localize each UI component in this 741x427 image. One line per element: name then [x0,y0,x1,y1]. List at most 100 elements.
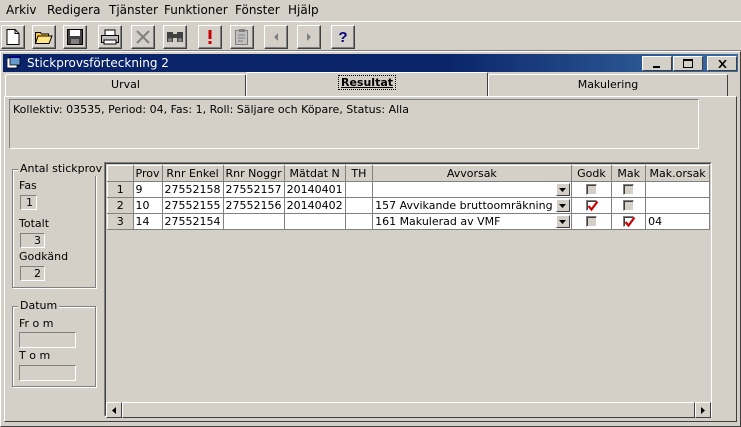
cell-th[interactable] [344,213,374,230]
antal-stickprov-label: Antal stickprov [18,162,105,176]
scrollbar-thumb[interactable] [122,402,695,418]
column-header-rnr-enkel[interactable]: Rnr Enkel [161,165,224,182]
horizontal-scrollbar[interactable] [106,402,711,418]
column-header-godk[interactable]: Godk [570,165,613,182]
close-button[interactable] [707,56,737,71]
cell-rnr-noggr[interactable] [222,213,285,230]
cell-godk[interactable] [570,213,613,230]
tab-resultat[interactable]: Resultat [246,72,488,96]
menu-arkiv[interactable]: Arkiv [6,2,37,18]
cell-prov[interactable]: 9 [132,181,163,198]
check-mark-icon [587,200,599,212]
column-header-corner[interactable] [107,165,134,182]
mak-checkbox[interactable] [623,216,636,228]
totalt-label: Totalt [19,217,50,230]
antal-stickprov-group: Antal stickprov Fas 1 Totalt 3 Godkänd 2 [12,162,105,288]
chevron-down-icon[interactable] [555,183,570,196]
column-header-matdat-n[interactable]: Mätdat N [283,165,346,182]
tab-urval[interactable]: Urval [5,74,246,96]
tom-date-input[interactable] [19,365,76,381]
new-document-icon[interactable] [1,25,25,49]
help-question-icon[interactable]: ? [331,25,355,49]
datum-label: Datum [18,299,60,313]
menu-hjalp[interactable]: Hjälp [288,2,319,18]
column-header-makorsak[interactable]: Mak.orsak [645,165,710,182]
avvorsak-value: 157 Avvikande bruttoomräkning [375,198,553,212]
cell-prov[interactable]: 14 [132,213,163,230]
open-folder-icon[interactable] [32,25,56,49]
menu-tjanster[interactable]: Tjänster [109,2,158,18]
cell-mak[interactable] [611,213,647,230]
godk-checkbox[interactable] [585,216,597,227]
find-binoculars-icon[interactable] [163,25,187,49]
arrow-right-icon [701,406,705,414]
info-box: Kollektiv: 03535, Period: 04, Fas: 1, Ro… [9,99,699,149]
close-icon [717,59,727,68]
chevron-down-icon[interactable] [555,199,570,212]
cell-matdat[interactable]: 20140402 [283,197,346,214]
cell-rnr-enkel[interactable]: 27552154 [161,213,224,230]
cell-rnr-noggr[interactable]: 27552157 [222,181,285,198]
maximize-button[interactable] [673,56,703,71]
results-table: Prov Rnr Enkel Rnr Noggr Mätdat N TH Avv… [107,165,710,230]
cell-makorsak[interactable] [645,181,710,198]
toolbar: ? [0,21,741,51]
cell-th[interactable] [344,181,374,198]
mak-checkbox[interactable] [623,200,635,211]
godk-checkbox[interactable] [585,200,599,212]
menu-bar: Arkiv Redigera Tjänster Funktioner Fönst… [0,0,741,20]
delete-x-icon[interactable] [131,25,155,49]
godk-checkbox[interactable] [585,184,597,195]
tab-makulering[interactable]: Makulering [488,74,728,96]
exclamation-icon[interactable] [198,25,222,49]
cell-avvorsak-combo[interactable]: 157 Avvikande bruttoomräkning [372,197,572,214]
print-icon[interactable] [98,25,122,49]
godkand-value: 2 [20,266,45,281]
scroll-left-button[interactable] [106,402,122,418]
table-row[interactable]: 1 9 27552158 27552157 20140401 [107,181,710,198]
cell-makorsak[interactable] [645,197,710,214]
minimize-button[interactable] [642,56,672,71]
cell-rnr-enkel[interactable]: 27552155 [161,197,224,214]
cell-avvorsak-combo[interactable] [372,181,572,198]
from-date-input[interactable] [19,332,76,348]
row-number[interactable]: 3 [107,213,134,230]
window-titlebar[interactable]: Stickprovsförteckning 2 [3,54,738,72]
svg-text:?: ? [338,29,347,45]
cell-godk[interactable] [570,197,613,214]
arrow-left-icon [112,406,116,414]
cell-rnr-noggr[interactable]: 27552156 [222,197,285,214]
cell-matdat[interactable] [283,213,346,230]
table-row[interactable]: 3 14 27552154 161 Makulerad av VMF 04 [107,213,710,230]
scroll-right-button[interactable] [695,402,711,418]
datum-group: Datum Fr o m T o m [12,299,96,387]
menu-redigera[interactable]: Redigera [47,2,100,18]
mak-checkbox[interactable] [623,184,635,195]
cell-rnr-enkel[interactable]: 27552158 [161,181,224,198]
minimize-icon [653,65,660,68]
chevron-down-icon[interactable] [555,215,570,228]
clipboard-icon[interactable] [230,25,254,49]
column-header-avvorsak[interactable]: Avvorsak [372,165,572,182]
cell-matdat[interactable]: 20140401 [283,181,346,198]
cell-mak[interactable] [611,181,647,198]
menu-fonster[interactable]: Fönster [235,2,280,18]
cell-makorsak[interactable]: 04 [645,213,710,230]
previous-arrow-icon[interactable] [264,25,288,49]
column-header-prov[interactable]: Prov [132,165,163,182]
cell-mak[interactable] [611,197,647,214]
cell-avvorsak-combo[interactable]: 161 Makulerad av VMF [372,213,572,230]
column-header-mak[interactable]: Mak [611,165,647,182]
cell-th[interactable] [344,197,374,214]
table-row[interactable]: 2 10 27552155 27552156 20140402 157 Avvi… [107,197,710,214]
column-header-th[interactable]: TH [344,165,374,182]
save-disk-icon[interactable] [63,25,87,49]
menu-funktioner[interactable]: Funktioner [164,2,228,18]
cell-godk[interactable] [570,181,613,198]
row-number[interactable]: 1 [107,181,134,198]
cell-prov[interactable]: 10 [132,197,163,214]
next-arrow-icon[interactable] [297,25,321,49]
window-app-icon [6,55,21,73]
column-header-rnr-noggr[interactable]: Rnr Noggr [222,165,285,182]
row-number[interactable]: 2 [107,197,134,214]
